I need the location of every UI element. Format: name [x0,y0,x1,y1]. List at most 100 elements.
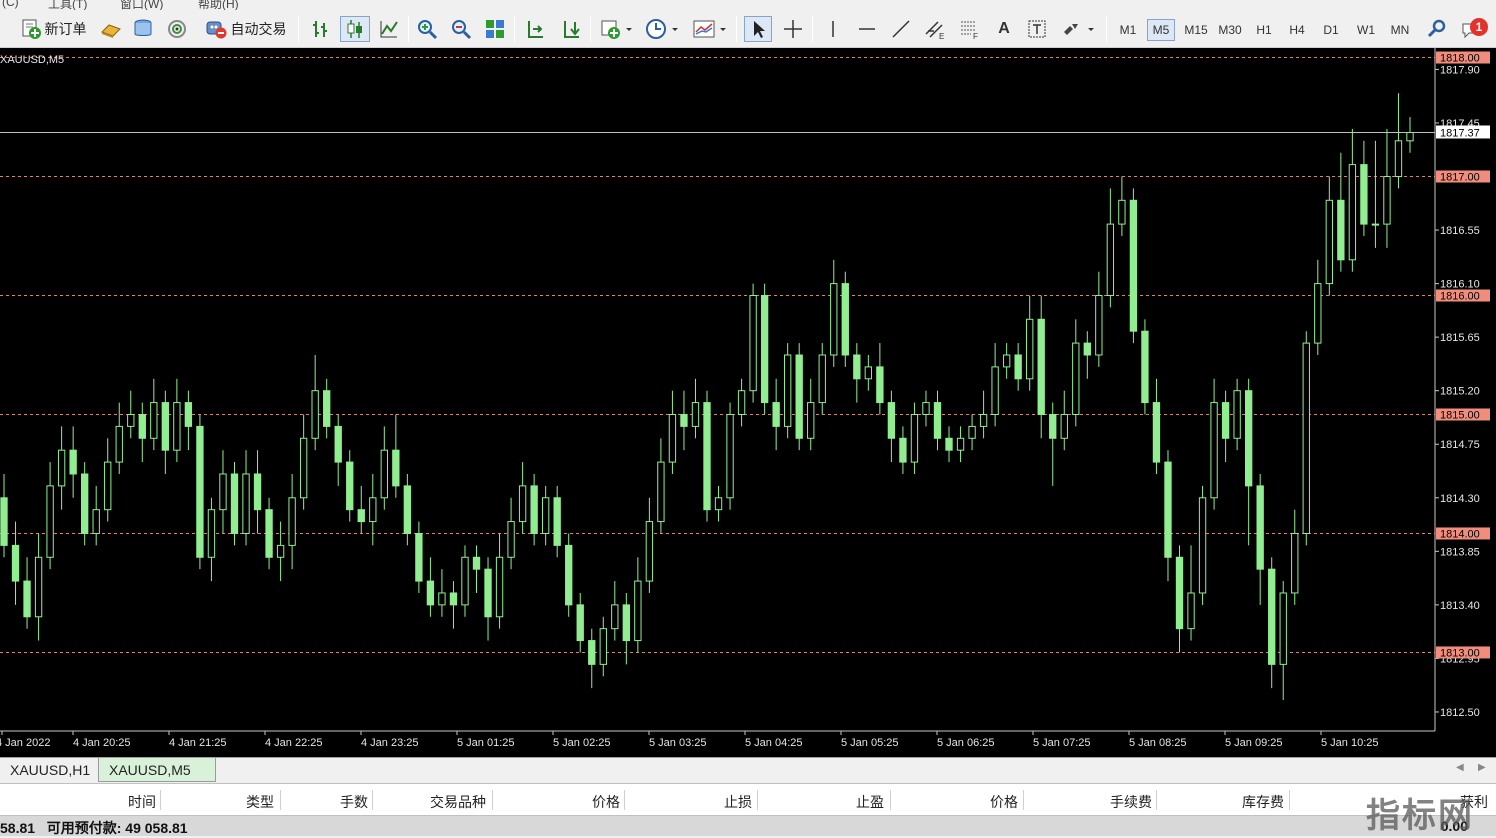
column-header-swap[interactable]: 库存费 [1212,792,1284,812]
text-label-tool-button[interactable] [1024,16,1050,42]
candle [1210,378,1218,510]
chart-shift-button[interactable] [522,16,548,42]
level-label: 1816.00 [1436,289,1490,302]
candle-body [657,461,665,523]
candle-body [1026,318,1034,380]
candle-body [288,497,296,546]
tab-scroll-left-icon[interactable]: ◀ [1456,762,1464,773]
data-window-button[interactable] [130,16,156,42]
tab-xauusd-h1[interactable]: XAUUSD,H1 [0,758,96,782]
cursor-tool-button[interactable] [744,16,772,42]
bar-chart-button[interactable] [308,16,334,42]
candle [472,545,481,593]
zoom-in-button[interactable] [414,16,440,42]
level-label-text: 1815.00 [1440,409,1480,421]
indicators-button[interactable] [598,16,634,42]
candle-body [1279,592,1287,665]
line-chart-button[interactable] [376,16,402,42]
auto-trade-button[interactable]: 自动交易 [198,16,292,42]
menu-item-window[interactable]: 窗口(W) [120,0,163,10]
candle-body [1072,342,1080,415]
menu-item-tools[interactable]: 工具(T) [48,0,87,10]
templates-button[interactable] [690,16,730,42]
tab-scroll-right-icon[interactable]: ▶ [1478,762,1486,773]
column-header-take-profit[interactable]: 止盈 [826,792,884,812]
candle-body [668,413,677,463]
candlestick-icon [347,20,362,38]
time-tick-label: 4 Jan 23:25 [361,737,419,749]
menu-item-help[interactable]: 帮助(H) [198,0,239,10]
time-tick-label: 5 Jan 02:25 [553,737,611,749]
zoom-out-button[interactable] [448,16,474,42]
search-button[interactable] [1424,16,1450,42]
auto-trade-icon [206,21,226,39]
candle [576,592,584,653]
candle [299,414,308,510]
candle-body [1348,164,1357,261]
text-tool-button[interactable]: A [992,16,1016,42]
autoscroll-button[interactable] [558,16,584,42]
menu-item-file[interactable]: (C) [2,0,19,9]
candle [1314,259,1322,355]
column-header-price[interactable]: 价格 [560,792,620,812]
navigator-button[interactable] [164,16,190,42]
arrows-icon [1064,24,1094,35]
periods-button[interactable] [642,16,682,42]
tab-xauusd-m5[interactable]: XAUUSD,M5 [98,758,216,782]
column-header-commission[interactable]: 手续费 [1080,792,1152,812]
column-header-current-price[interactable]: 价格 [960,792,1018,812]
vertical-line-tool-button[interactable] [820,16,846,42]
candle-body [518,485,527,523]
candle [1060,390,1068,451]
candle [841,271,849,367]
candle [1198,485,1207,605]
column-header-lots[interactable]: 手数 [310,792,368,812]
chart-shift-icon [528,21,543,38]
horizontal-line-tool-button[interactable] [854,16,880,42]
candle-body [1406,131,1414,142]
fibonacci-tool-button[interactable]: F [956,16,982,42]
candle [1037,295,1045,439]
timeframe-mn[interactable]: MN [1385,19,1415,41]
candle [1164,450,1172,582]
crosshair-tool-button[interactable] [780,16,806,42]
tile-windows-button[interactable] [482,16,508,42]
candles [0,93,1414,701]
candle [23,557,31,629]
candle [265,497,273,570]
chart-window[interactable]: 1817.90 1817.45 1816.55 1816.10 1815.65 1815.… [0,48,1496,757]
equidistant-channel-tool-button[interactable]: E [922,16,948,42]
timeframe-m1[interactable]: M1 [1114,19,1142,41]
new-order-button[interactable]: 新订单 [14,16,92,42]
market-watch-button[interactable] [98,16,124,42]
column-header-symbol[interactable]: 交易品种 [410,792,486,812]
column-header-time[interactable]: 时间 [100,792,156,812]
candle-body [1037,318,1045,415]
timeframe-m30[interactable]: M30 [1214,19,1246,41]
trendline-tool-button[interactable] [888,16,914,42]
candle-body [784,354,792,427]
candle-body [1187,592,1195,630]
account-summary: 58.81 可用预付款: 49 058.81 [0,818,188,838]
timeframe-h4[interactable]: H4 [1283,19,1311,41]
timeframe-m5[interactable]: M5 [1147,19,1175,41]
candle-body [23,580,31,618]
timeframe-d1[interactable]: D1 [1317,19,1345,41]
candle [1256,473,1264,605]
timeframe-m15[interactable]: M15 [1180,19,1212,41]
price-chart[interactable]: 1817.901817.451816.551816.101815.651815.… [0,48,1496,757]
column-header-stop-loss[interactable]: 止损 [694,792,752,812]
arrows-tool-button[interactable] [1058,16,1098,42]
timeframe-w1[interactable]: W1 [1352,19,1380,41]
timeframe-h1[interactable]: H1 [1250,19,1278,41]
candle [611,581,619,641]
candle [57,426,66,510]
candle [1371,140,1380,248]
candle-body [265,509,273,558]
candlestick-chart-button[interactable] [340,16,370,42]
column-header-type[interactable]: 类型 [214,792,274,812]
candle [876,343,884,415]
candle-body [449,592,458,606]
candle-body [0,497,8,546]
zoom-out-icon [452,20,472,40]
